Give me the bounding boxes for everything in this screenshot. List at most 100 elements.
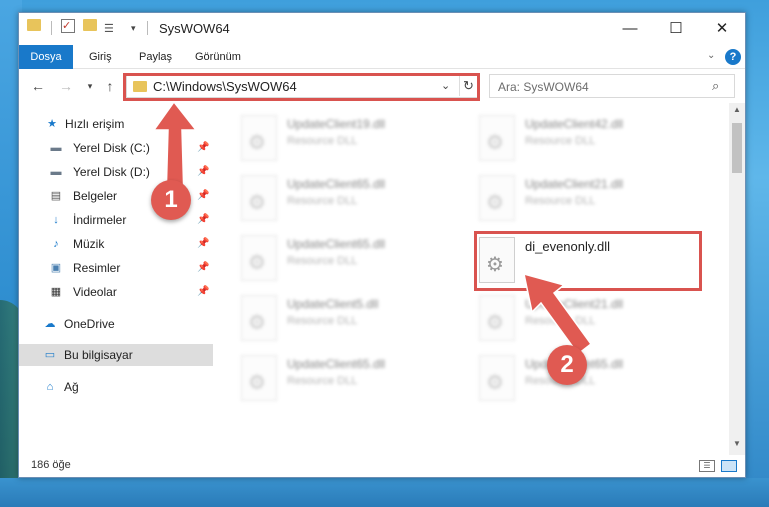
music-icon: ♪ — [53, 238, 59, 250]
dll-file-icon: ⚙ — [241, 175, 277, 221]
scroll-thumb[interactable] — [732, 123, 742, 173]
gear-icon: ⚙ — [248, 312, 266, 334]
recent-locations-icon[interactable]: ▾ — [81, 76, 99, 96]
sidebar-item-videos[interactable]: ▦ Videolar 📌 — [19, 281, 213, 303]
gear-icon: ⚙ — [486, 132, 504, 154]
dll-file-icon: ⚙ — [479, 175, 515, 221]
file-item[interactable]: ⚙ UpdateClient19.dll Resource DLL — [241, 115, 451, 167]
annotation-badge-1: 1 — [151, 180, 191, 220]
sidebar-item-music[interactable]: ♪ Müzik 📌 — [19, 233, 213, 255]
sidebar-item-quick-access[interactable]: ★ Hızlı erişim — [19, 113, 213, 135]
new-folder-icon[interactable] — [83, 19, 97, 31]
sidebar-item-this-pc[interactable]: ▭ Bu bilgisayar — [19, 344, 213, 366]
file-type: Resource DLL — [525, 195, 596, 207]
title-bar: ✓ ☰ ▾ SysWOW64 — ☐ ✕ — [19, 13, 745, 45]
file-item[interactable]: ⚙ UpdateClient65.dll Resource DLL — [241, 235, 451, 287]
file-name: UpdateClient21.dll — [525, 297, 624, 311]
file-name: di_evenonly.dll — [525, 239, 611, 254]
video-icon: ▦ — [50, 286, 62, 298]
file-name: UpdateClient65.dll — [287, 357, 386, 371]
file-item[interactable]: ⚙ UpdateClient65.dll Resource DLL — [241, 175, 451, 227]
sidebar-item-label: Müzik — [73, 237, 105, 251]
download-icon: ↓ — [53, 214, 59, 226]
sidebar-item-local-disk-d[interactable]: ▬ Yerel Disk (D:) 📌 — [19, 161, 213, 183]
sidebar-item-onedrive[interactable]: ☁ OneDrive — [19, 313, 213, 335]
maximize-button[interactable]: ☐ — [653, 17, 699, 41]
file-item-di-evenonly[interactable]: ⚙ di_evenonly.dll — [479, 237, 689, 289]
sidebar-item-label: Belgeler — [73, 189, 118, 203]
sidebar-item-local-disk-c[interactable]: ▬ Yerel Disk (C:) 📌 — [19, 137, 213, 159]
file-type: Resource DLL — [525, 135, 596, 147]
expand-ribbon-icon[interactable]: ⌄ — [707, 50, 715, 61]
file-item[interactable]: ⚙ UpdateClient65.dll Resource DLL — [241, 355, 451, 407]
tab-home[interactable]: Giriş — [79, 45, 122, 69]
scroll-up-icon[interactable]: ▲ — [729, 105, 745, 119]
gear-icon: ⚙ — [486, 372, 504, 394]
desktop-background-bottom — [0, 478, 769, 507]
search-icon[interactable]: ⌕ — [712, 78, 719, 94]
file-type: Resource DLL — [287, 375, 358, 387]
sidebar-item-label: OneDrive — [64, 317, 115, 331]
sidebar-item-label: Yerel Disk (D:) — [73, 165, 150, 179]
dll-file-icon: ⚙ — [479, 295, 515, 341]
file-item[interactable]: ⚙ UpdateClient42.dll Resource DLL — [479, 115, 689, 167]
folder-icon — [133, 81, 147, 92]
properties-check-icon[interactable]: ✓ — [61, 19, 75, 33]
window-title: SysWOW64 — [159, 21, 230, 36]
sidebar-item-label: Hızlı erişim — [65, 117, 125, 131]
back-arrow-icon[interactable]: ← — [29, 76, 47, 96]
details-view-icon[interactable]: ☰ — [699, 460, 715, 472]
forward-arrow-icon[interactable]: → — [57, 76, 75, 96]
annotation-badge-2: 2 — [547, 345, 587, 385]
star-icon: ★ — [47, 118, 57, 130]
dll-file-icon: ⚙ — [241, 115, 277, 161]
pin-icon[interactable]: 📌 — [197, 161, 209, 183]
drive-icon: ▬ — [50, 166, 62, 178]
close-button[interactable]: ✕ — [699, 17, 745, 41]
dll-file-icon: ⚙ — [479, 237, 515, 283]
file-type: Resource DLL — [287, 315, 358, 327]
pin-icon[interactable]: 📌 — [197, 185, 209, 207]
gear-icon: ⚙ — [248, 192, 266, 214]
gear-icon: ⚙ — [486, 192, 504, 214]
vertical-scrollbar[interactable]: ▲ ▼ — [729, 103, 745, 455]
pin-icon[interactable]: 📌 — [197, 233, 209, 255]
rename-icon[interactable]: ☰ — [104, 19, 114, 37]
help-icon[interactable]: ? — [725, 49, 741, 65]
quick-access-dropdown-icon[interactable]: ▾ — [131, 19, 136, 37]
minimize-button[interactable]: — — [607, 17, 653, 41]
status-bar: 186 öğe ☰ — [19, 455, 745, 477]
tab-view[interactable]: Görünüm — [185, 45, 251, 69]
file-item[interactable]: ⚙ UpdateClient5.dll Resource DLL — [241, 295, 451, 347]
pin-icon[interactable]: 📌 — [197, 137, 209, 159]
cloud-icon: ☁ — [44, 318, 56, 330]
dll-file-icon: ⚙ — [479, 355, 515, 401]
address-bar[interactable]: C:\Windows\SysWOW64 ⌄ ↻ — [126, 74, 478, 98]
address-path[interactable]: C:\Windows\SysWOW64 — [153, 79, 297, 94]
sidebar-item-label: İndirmeler — [73, 213, 127, 227]
pin-icon[interactable]: 📌 — [197, 209, 209, 231]
sidebar-item-pictures[interactable]: ▣ Resimler 📌 — [19, 257, 213, 279]
tab-file[interactable]: Dosya — [19, 45, 73, 69]
file-item[interactable]: ⚙ UpdateClient21.dll Resource DLL — [479, 175, 689, 227]
network-icon: ⌂ — [46, 381, 54, 393]
file-type: Resource DLL — [287, 135, 358, 147]
dll-file-icon: ⚙ — [241, 295, 277, 341]
sidebar-item-label: Yerel Disk (C:) — [73, 141, 150, 155]
file-item[interactable]: ⚙ UpdateClient21.dll Resource DLL — [479, 295, 689, 347]
up-arrow-icon[interactable]: ↑ — [101, 76, 119, 96]
tab-share[interactable]: Paylaş — [129, 45, 182, 69]
computer-icon: ▭ — [44, 349, 56, 361]
gear-icon: ⚙ — [248, 252, 266, 274]
pin-icon[interactable]: 📌 — [197, 281, 209, 303]
search-input[interactable]: Ara: SysWOW64 — [498, 80, 589, 94]
address-dropdown-icon[interactable]: ⌄ — [441, 79, 450, 92]
file-name: UpdateClient65.dll — [287, 237, 386, 251]
folder-icon — [27, 19, 41, 31]
refresh-icon[interactable]: ↻ — [459, 76, 477, 96]
search-box[interactable]: Ara: SysWOW64 ⌕ — [489, 74, 735, 98]
scroll-down-icon[interactable]: ▼ — [729, 439, 745, 453]
sidebar-item-network[interactable]: ⌂ Ağ — [19, 376, 213, 398]
tiles-view-icon[interactable] — [721, 460, 737, 472]
pin-icon[interactable]: 📌 — [197, 257, 209, 279]
